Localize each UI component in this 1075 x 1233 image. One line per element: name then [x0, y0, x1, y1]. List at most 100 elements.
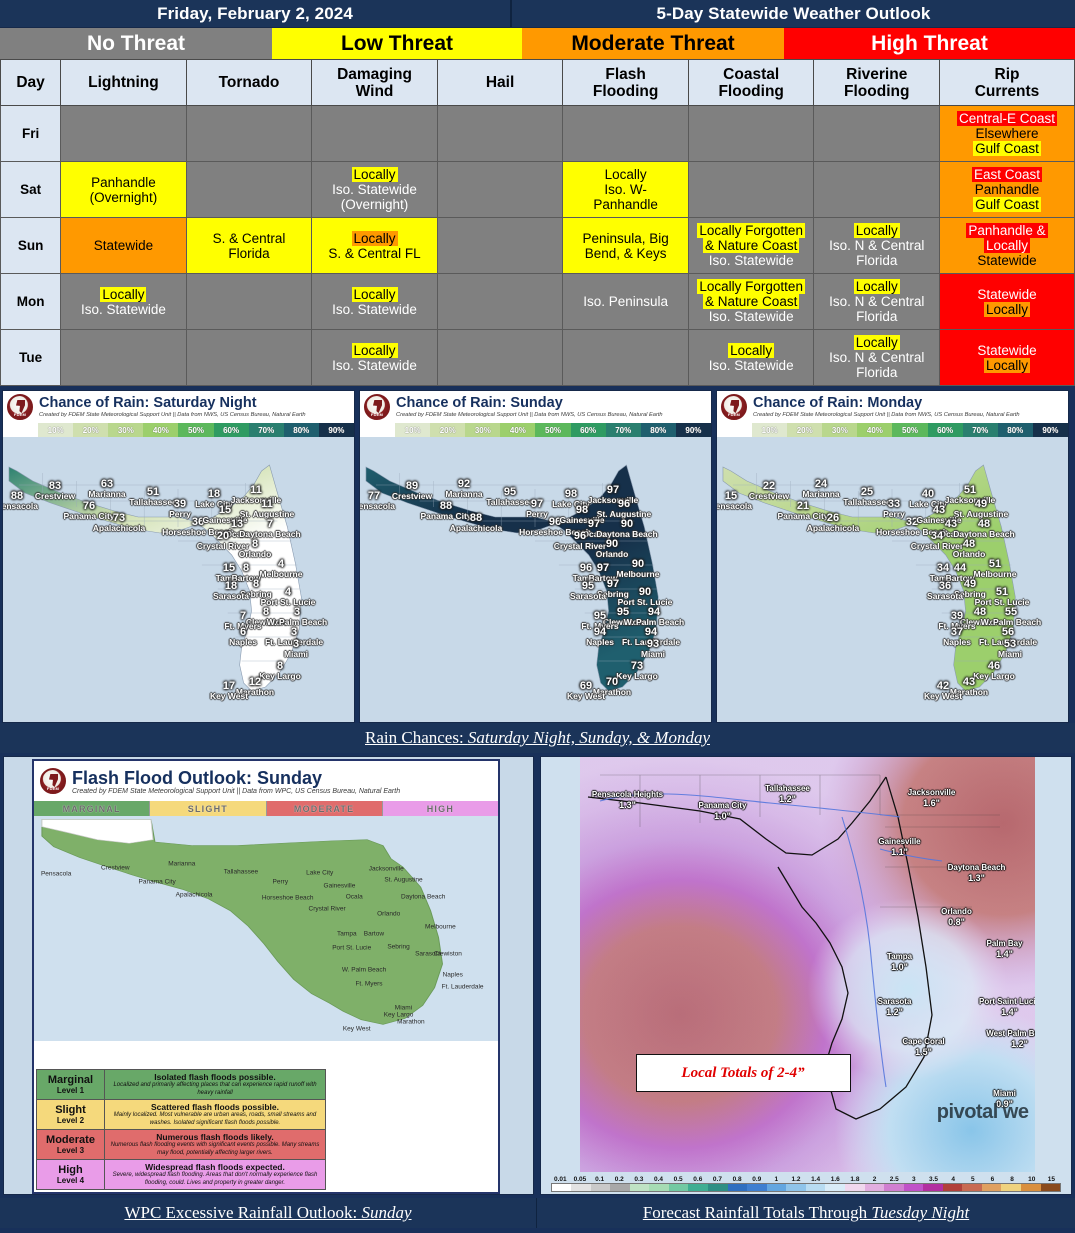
scale-tick: 50%	[535, 423, 571, 437]
legend-level-name: Marginal	[47, 1074, 94, 1086]
scale-tick: 90%	[1032, 423, 1068, 437]
rainfall-city-value: 1.1"	[891, 847, 908, 857]
rainfall-scale-tick: 5	[970, 1176, 975, 1183]
rainfall-city-label: Panama City 1.0"	[698, 801, 746, 821]
page-header: Friday, February 2, 2024 5-Day Statewide…	[0, 0, 1075, 28]
rainfall-city-name: Sarasota	[877, 997, 912, 1006]
rainfall-scale-swatch	[786, 1184, 806, 1191]
scale-tick: 20%	[430, 423, 466, 437]
threat-cell-mon-rip-currents: Statewide Locally	[939, 273, 1075, 330]
legend-level-label: Moderate Level 3	[37, 1130, 105, 1159]
flash-flood-city-label: Panama City	[138, 878, 176, 886]
rainfall-scale-tick: 4	[951, 1176, 955, 1183]
flash-flood-city-label: Tallahassee	[223, 868, 259, 876]
legend-level-label: High Level 4	[37, 1160, 105, 1189]
scale-tick: 80%	[640, 423, 676, 437]
rainfall-scale-tick: 15	[1047, 1176, 1055, 1183]
rainfall-scale-swatch	[805, 1184, 826, 1191]
threat-cell-sat-damaging-wind: Locally Iso. Statewide (Overnight)	[311, 161, 438, 218]
flash-flood-legend: Marginal Level 1 Isolated flash floods pos…	[36, 1069, 326, 1190]
legend-level-label: Marginal Level 1	[37, 1070, 105, 1099]
legend-level-name: Slight	[55, 1104, 86, 1116]
rainfall-scale: 0.01 0.05 0.1 0.2 0.3 0.4 0.5 0.6 0.7 0.8 0.9 1 1.2 1…	[550, 1176, 1061, 1192]
rainfall-scale-tick: 0.5	[673, 1176, 683, 1183]
flash-flood-legend-row-high: High Level 4 Widespread flash floods expec…	[36, 1159, 326, 1190]
rainfall-city-value: 1.5"	[915, 1047, 932, 1057]
scale-tick: 80%	[283, 423, 319, 437]
rainfall-scale-tick: 1.2	[791, 1176, 801, 1183]
rainfall-scale-tick: 0.01	[553, 1176, 567, 1183]
threat-cell-sun-riverine-flooding: Locally Iso. N & Central Florida	[813, 217, 940, 274]
scale-tick: 50%	[178, 423, 214, 437]
threat-legend: No Threat Low Threat Moderate Threat Hig…	[0, 28, 1075, 59]
threat-cell-tue-flash-flooding	[562, 329, 689, 386]
flash-flood-city-label: W. Palm Beach	[341, 966, 387, 974]
threat-cell-fri-coastal-flooding	[687, 105, 815, 162]
rainfall-city-name: Palm Bay	[986, 939, 1023, 948]
threat-cell-sun-hail	[436, 217, 564, 274]
flash-flood-city-label: Sebring	[387, 943, 410, 951]
rainfall-scale-tick: 1.8	[850, 1176, 860, 1183]
rain-map-scale: 10% 20% 30% 40% 50% 60% 70% 80% 90%	[3, 423, 354, 437]
threat-cell-tue-tornado	[185, 329, 313, 386]
day-label-sun: Sun	[0, 217, 62, 274]
legend-level-number: Level 1	[56, 1086, 85, 1095]
wpc-outlook-caption: WPC Excessive Rainfall Outlook: Sunday	[0, 1198, 537, 1228]
flash-flood-legend-row-marginal: Marginal Level 1 Isolated flash floods pos…	[36, 1069, 326, 1099]
rainfall-scale-swatch	[962, 1184, 982, 1191]
threat-cell-fri-lightning	[60, 105, 187, 162]
scale-tick: 10%	[395, 423, 431, 437]
threat-cell-mon-riverine-flooding: Locally Iso. N & Central Florida	[813, 273, 940, 330]
fdem-seal-icon: FDEM	[721, 394, 747, 420]
threat-cell-tue-riverine-flooding: Locally Iso. N & Central Florida	[813, 329, 940, 386]
rainfall-scale-swatch	[864, 1184, 885, 1191]
rainfall-caption-prefix: Forecast Rainfall Totals Through	[642, 1203, 872, 1222]
rainfall-city-label: Cape Coral 1.5"	[902, 1037, 944, 1057]
table-column-header-coastal-flooding: Coastal Flooding	[687, 59, 815, 106]
bottom-panels: FDEM Flash Flood Outlook: Sunday Created…	[0, 753, 1075, 1198]
legend-detail: Numerous flash flooding events with sign…	[110, 1142, 320, 1156]
rainfall-totals-panel: Pensacola Heights 1.3" Tallahassee 1.2" Jack…	[539, 756, 1072, 1195]
scale-marginal: MARGINAL	[34, 801, 151, 816]
legend-headline: Scattered flash floods possible.	[150, 1102, 279, 1112]
threat-cell-sat-coastal-flooding	[687, 161, 815, 218]
rain-map-title: Chance of Rain: Monday	[753, 395, 923, 411]
rainfall-scale-tick: 1.6	[830, 1176, 840, 1183]
threat-cell-fri-flash-flooding	[562, 105, 689, 162]
threat-cell-sat-hail	[436, 161, 564, 218]
rainfall-scale-swatch	[766, 1184, 787, 1191]
day-label-tue: Tue	[0, 329, 62, 386]
table-header-row: Day Lightning Tornado Damaging Wind Hail Flash…	[0, 59, 1075, 106]
threat-cell-sat-riverine-flooding	[813, 161, 940, 218]
flash-flood-legend-row-moderate: Moderate Level 3 Numerous flash floods lik…	[36, 1129, 326, 1159]
flash-flood-city-label: Lake City	[306, 869, 334, 877]
fdem-seal-icon: FDEM	[364, 394, 390, 420]
table-column-header-riverine-flooding: Riverine Flooding	[813, 59, 940, 106]
threat-cell-sun-rip-currents: Panhandle & Locally Statewide	[939, 217, 1075, 274]
scale-tick: 90%	[318, 423, 354, 437]
rainfall-city-label: Gainesville 1.1"	[878, 837, 920, 857]
table-row: Sun Statewide S. & Central Florida Locally S.…	[0, 217, 1075, 274]
rain-map-header: FDEM Chance of Rain: Saturday Night Create…	[3, 391, 354, 423]
flash-flood-city-label: Port St. Lucie	[332, 944, 372, 952]
flash-flood-title: Flash Flood Outlook: Sunday	[72, 767, 322, 788]
legend-description: Widespread flash floods expected. Severe,…	[105, 1160, 325, 1189]
wpc-caption-italic: Sunday	[361, 1203, 412, 1222]
legend-no-threat: No Threat	[0, 28, 272, 59]
flash-flood-city-label: Key Largo	[383, 1011, 414, 1019]
legend-headline: Widespread flash floods expected.	[145, 1162, 285, 1172]
rainfall-scale-swatch	[571, 1184, 591, 1191]
flash-flood-city-label: Perry	[272, 878, 289, 886]
scale-slight: SLIGHT	[150, 801, 267, 816]
legend-detail: Mainly localized. Most vulnerable are ur…	[113, 1112, 317, 1126]
rain-map-canvas: Pensacola88Crestview83Marianna63Tallahas…	[3, 437, 354, 722]
threat-cell-sat-lightning: Panhandle (Overnight)	[60, 161, 187, 218]
flash-flood-city-label: Crestview	[101, 864, 130, 872]
flash-flood-city-label: Melbourne	[425, 923, 456, 931]
rainfall-city-value: 1.2"	[886, 1007, 903, 1017]
rainfall-map: Pensacola Heights 1.3" Tallahassee 1.2" Jack…	[579, 757, 1035, 1172]
rainfall-scale-tick: 8	[1010, 1176, 1014, 1183]
table-row: Mon Locally Iso. Statewide Locally Iso. Stat…	[0, 273, 1075, 330]
rainfall-scale-tick: 0.8	[732, 1176, 742, 1183]
rain-map-credit: Created by FDEM State Meteorological Sup…	[39, 412, 306, 418]
